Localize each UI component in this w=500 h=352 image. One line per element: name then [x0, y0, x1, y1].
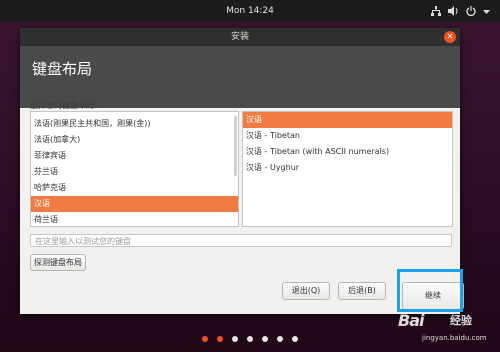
variant-item[interactable]: 汉语 - Tibetan	[243, 128, 452, 144]
layout-prompt: 选择您的键盘布局：	[30, 101, 102, 110]
baidu-watermark: Bai 经验 jingyan.baidu.com	[394, 306, 500, 346]
progress-dot-done	[202, 336, 208, 342]
list-item[interactable]: 荷兰语	[31, 212, 238, 226]
installer-body: 选择您的键盘布局： 法语(刚果民主共和国，刚果(金)) 法语(加拿大) 菲律宾语…	[20, 101, 460, 314]
progress-dot	[292, 336, 298, 342]
variant-list[interactable]: 汉语 汉语 - Tibetan 汉语 - Tibetan (with ASCII…	[242, 111, 453, 227]
power-icon[interactable]	[466, 6, 476, 16]
list-item[interactable]: 芬兰语	[31, 164, 238, 180]
variant-item[interactable]: 汉语 - Tibetan (with ASCII numerals)	[243, 144, 452, 160]
installer-window: 安装 ✕ 键盘布局 选择您的键盘布局： 法语(刚果民主共和国，刚果(金)) 法语…	[20, 28, 464, 314]
page-title: 键盘布局	[32, 60, 93, 78]
progress-dot-done	[217, 336, 223, 342]
page-header: 键盘布局	[20, 46, 460, 108]
back-button[interactable]: 后退(B)	[338, 282, 386, 300]
progress-dot	[262, 336, 268, 342]
network-icon[interactable]	[431, 6, 441, 16]
watermark-brand: Bai	[398, 311, 425, 330]
layout-list-scrollbar[interactable]	[234, 116, 237, 176]
detect-layout-button[interactable]: 探测键盘布局	[30, 254, 86, 271]
variant-item-selected[interactable]: 汉语	[243, 112, 452, 128]
progress-dot	[247, 336, 253, 342]
system-indicators[interactable]	[431, 0, 490, 22]
variant-item[interactable]: 汉语 - Uyghur	[243, 160, 452, 176]
list-item[interactable]: 法语(加拿大)	[31, 132, 238, 148]
volume-icon[interactable]	[448, 6, 459, 16]
list-item[interactable]: 法语(刚果民主共和国，刚果(金))	[31, 116, 238, 132]
close-button[interactable]: ✕	[444, 31, 456, 43]
clock[interactable]: Mon 14:24	[0, 0, 500, 22]
watermark-brand-2: 经验	[450, 314, 472, 327]
close-icon: ✕	[446, 32, 454, 41]
quit-button[interactable]: 退出(Q)	[282, 282, 330, 300]
list-item[interactable]: 哈萨克语	[31, 180, 238, 196]
window-title: 安装	[230, 32, 249, 42]
layout-list[interactable]: 法语(刚果民主共和国，刚果(金)) 法语(加拿大) 菲律宾语 芬兰语 哈萨克语 …	[30, 111, 239, 227]
progress-dot	[232, 336, 238, 342]
menu-arrow-icon[interactable]	[483, 6, 490, 16]
progress-dot	[277, 336, 283, 342]
top-panel: Mon 14:24	[0, 0, 500, 22]
watermark-url: jingyan.baidu.com	[422, 334, 487, 342]
list-item-selected[interactable]: 汉语	[31, 196, 238, 212]
keyboard-test-input[interactable]: 在这里输入以测试您的键盘	[30, 234, 452, 247]
list-item[interactable]: 菲律宾语	[31, 148, 238, 164]
window-titlebar: 安装 ✕	[20, 28, 460, 46]
